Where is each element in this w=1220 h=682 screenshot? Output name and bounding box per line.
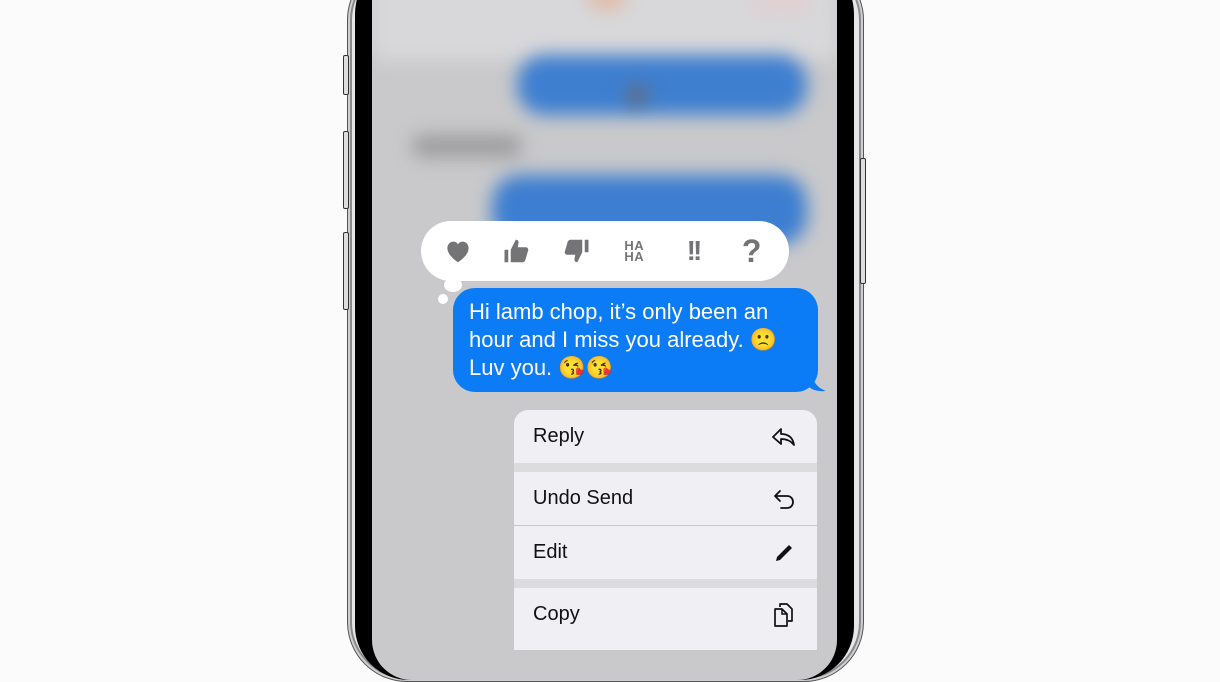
message-bubble[interactable]: Hi lamb chop, it’s only been an hour and… — [453, 288, 818, 392]
menu-item-undo-send[interactable]: Undo Send — [514, 472, 817, 525]
menu-separator — [514, 579, 817, 588]
haha-icon[interactable]: HA HA — [616, 233, 652, 269]
menu-item-edit[interactable]: Edit — [514, 526, 817, 579]
message-text: Hi lamb chop, it’s only been an hour and… — [469, 299, 778, 380]
menu-item-label: Undo Send — [533, 487, 634, 509]
context-menu: Reply Undo Send Edit Copy — [514, 410, 817, 650]
bubble-tail — [806, 372, 826, 392]
exclamation-label: !! — [686, 235, 703, 266]
question-label: ? — [741, 232, 762, 269]
tapback-bar: HA HA !! ? — [421, 221, 789, 281]
power-button — [860, 158, 866, 284]
heart-icon[interactable] — [440, 233, 476, 269]
volume-down-button — [343, 232, 349, 310]
undo-icon — [771, 486, 797, 512]
copy-icon — [771, 602, 797, 628]
action-button — [343, 55, 349, 95]
menu-item-label: Reply — [533, 425, 585, 447]
blurred-timestamp — [412, 135, 522, 157]
tapback-tail-dot — [438, 294, 448, 304]
blurred-emoji — [627, 85, 647, 105]
haha-line2: HA — [624, 249, 645, 264]
thumbs-down-icon[interactable] — [558, 233, 594, 269]
menu-item-label: Edit — [533, 541, 568, 563]
pencil-icon — [771, 540, 797, 566]
exclamation-icon[interactable]: !! — [675, 233, 711, 269]
menu-item-copy[interactable]: Copy — [514, 588, 817, 641]
tapback-tail — [444, 278, 462, 292]
reply-icon — [771, 424, 797, 450]
blurred-message-bubble — [517, 55, 807, 115]
volume-up-button — [343, 131, 349, 209]
menu-separator — [514, 463, 817, 472]
question-icon[interactable]: ? — [734, 233, 770, 269]
thumbs-up-icon[interactable] — [499, 233, 535, 269]
menu-item-reply[interactable]: Reply — [514, 410, 817, 463]
menu-item-label: Copy — [533, 603, 580, 625]
